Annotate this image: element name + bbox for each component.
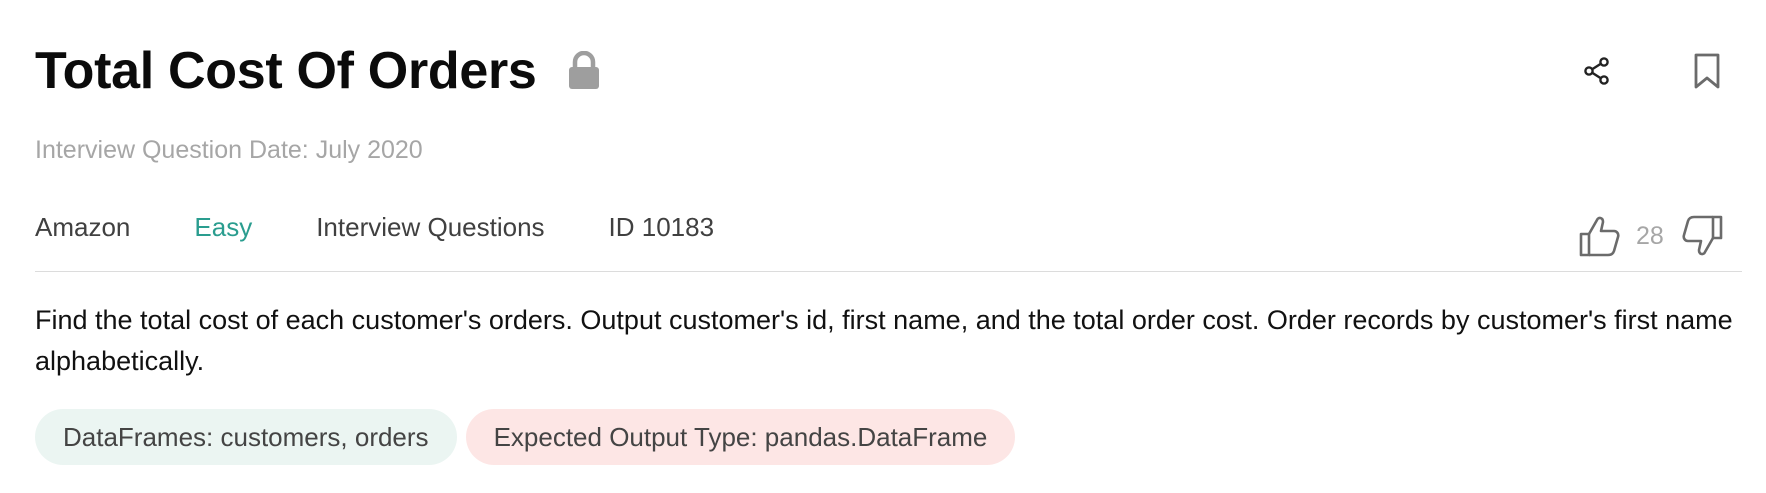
vote-count: 28 [1636,221,1664,250]
dataframes-chip: DataFrames: customers, orders [35,409,457,465]
difficulty-label[interactable]: Easy [194,212,252,243]
share-icon[interactable] [1582,56,1612,86]
dataframes-chip-label: DataFrames: customers, orders [63,421,429,452]
question-description: Find the total cost of each customer's o… [35,305,1733,376]
category-link[interactable]: Interview Questions [316,212,544,243]
thumbs-up-icon[interactable] [1578,214,1620,258]
interview-date: Interview Question Date: July 2020 [35,136,423,164]
bookmark-icon[interactable] [1692,52,1722,90]
page-title: Total Cost Of Orders [35,42,537,100]
question-page: Total Cost Of Orders Interview Question … [0,0,1766,493]
lock-icon [568,51,599,89]
title-row: Total Cost Of Orders [35,36,601,106]
vote-controls: 28 [1578,214,1724,258]
thumbs-down-icon[interactable] [1682,214,1724,258]
divider [35,271,1742,272]
meta-row: Amazon Easy Interview Questions ID 10183 [35,212,778,243]
output-type-chip-label: Expected Output Type: pandas.DataFrame [493,421,988,452]
chip-row: DataFrames: customers, orders Expected O… [35,409,1024,465]
question-id: ID 10183 [608,212,715,242]
company-link[interactable]: Amazon [35,212,130,243]
output-type-chip: Expected Output Type: pandas.DataFrame [465,409,1016,465]
